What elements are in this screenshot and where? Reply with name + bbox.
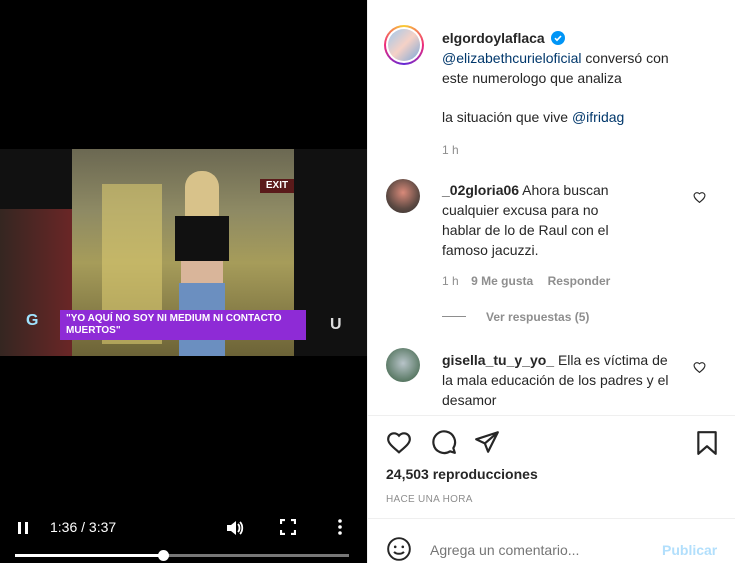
video-controls: 1:36 / 3:37 <box>0 510 367 563</box>
post-author-avatar[interactable] <box>384 25 424 65</box>
replies-divider <box>442 316 466 317</box>
comment-text-rest: cualquier excusa para no hablar de lo de… <box>442 202 609 258</box>
comment-text: Ahora buscan <box>519 182 609 198</box>
seek-bar-progress <box>15 554 163 557</box>
view-replies-button[interactable]: Ver respuestas (5) <box>486 310 589 324</box>
show-logo-icon: G <box>26 312 39 329</box>
person-hair <box>185 171 219 221</box>
caption-text: conversó con <box>581 50 669 66</box>
post-caption: elgordoylaflaca @elizabethcurieloficial … <box>442 28 722 157</box>
comment-likes[interactable]: 9 Me gusta <box>471 274 533 288</box>
caption-text-line3: la situación que vive <box>442 109 572 125</box>
comment-time[interactable]: 1 h <box>442 274 459 288</box>
comment-username[interactable]: _02gloria06 <box>442 182 519 198</box>
pause-icon <box>18 522 28 534</box>
comment-input[interactable] <box>428 538 652 562</box>
divider-bottom <box>368 518 735 519</box>
fullscreen-icon <box>279 518 297 536</box>
volume-icon <box>227 521 244 535</box>
volume-button[interactable] <box>225 518 245 538</box>
share-icon[interactable] <box>474 430 500 454</box>
post-author-username[interactable]: elgordoylaflaca <box>442 30 545 46</box>
commenter-avatar-2[interactable] <box>386 348 420 382</box>
views-count[interactable]: 24,503 reproducciones <box>386 466 538 482</box>
comment-username-2[interactable]: gisella_tu_y_yo_ <box>442 352 554 368</box>
comment-text-2-rest: la mala educación de los padres y el des… <box>442 372 669 408</box>
emoji-icon[interactable] <box>386 536 412 562</box>
comment-text-2: Ella es víctima de <box>554 352 668 368</box>
caption-text-line2: este numerologo que analiza <box>442 70 622 86</box>
more-vertical-icon <box>338 519 342 535</box>
like-comment-button-2[interactable] <box>693 360 706 374</box>
fullscreen-button[interactable] <box>279 518 297 536</box>
person-torso <box>181 261 223 283</box>
heart-icon <box>693 362 706 374</box>
person-shirt <box>175 216 229 261</box>
divider <box>368 415 735 416</box>
like-comment-button[interactable] <box>693 190 706 204</box>
heart-icon <box>693 192 706 204</box>
save-bookmark-icon[interactable] <box>696 430 718 456</box>
reply-button[interactable]: Responder <box>548 274 611 288</box>
post-panel: elgordoylaflaca @elizabethcurieloficial … <box>367 0 735 563</box>
video-caption-banner: "YO AQUÍ NO SOY NI MEDIUM NI CONTACTO MU… <box>60 310 306 340</box>
more-options-button[interactable] <box>335 518 345 536</box>
like-icon[interactable] <box>386 430 412 454</box>
time-display: 1:36 / 3:37 <box>50 519 117 535</box>
comment-item-2: gisella_tu_y_yo_ Ella es víctima de la m… <box>442 350 682 410</box>
video-frame[interactable]: EXIT G "YO AQUÍ NO SOY NI MEDIUM NI CONT… <box>0 149 367 356</box>
exit-sign: EXIT <box>260 179 294 193</box>
publish-button[interactable]: Publicar <box>662 542 717 558</box>
mention-link[interactable]: @elizabethcurieloficial <box>442 50 582 66</box>
verified-badge-icon <box>550 31 565 45</box>
seek-bar-handle[interactable] <box>157 550 169 561</box>
post-date[interactable]: HACE UNA HORA <box>386 494 473 505</box>
mention-link-2[interactable]: @ifridag <box>572 109 624 125</box>
commenter-avatar[interactable] <box>386 179 420 213</box>
seek-bar[interactable] <box>15 550 349 561</box>
post-time[interactable]: 1 h <box>442 143 722 157</box>
video-player[interactable]: EXIT G "YO AQUÍ NO SOY NI MEDIUM NI CONT… <box>0 0 367 563</box>
pause-button[interactable] <box>16 520 30 536</box>
avatar-image <box>388 29 420 61</box>
comment-icon[interactable] <box>431 429 457 455</box>
comment-item: _02gloria06 Ahora buscan cualquier excus… <box>442 180 682 290</box>
network-logo-icon: U <box>330 316 342 333</box>
